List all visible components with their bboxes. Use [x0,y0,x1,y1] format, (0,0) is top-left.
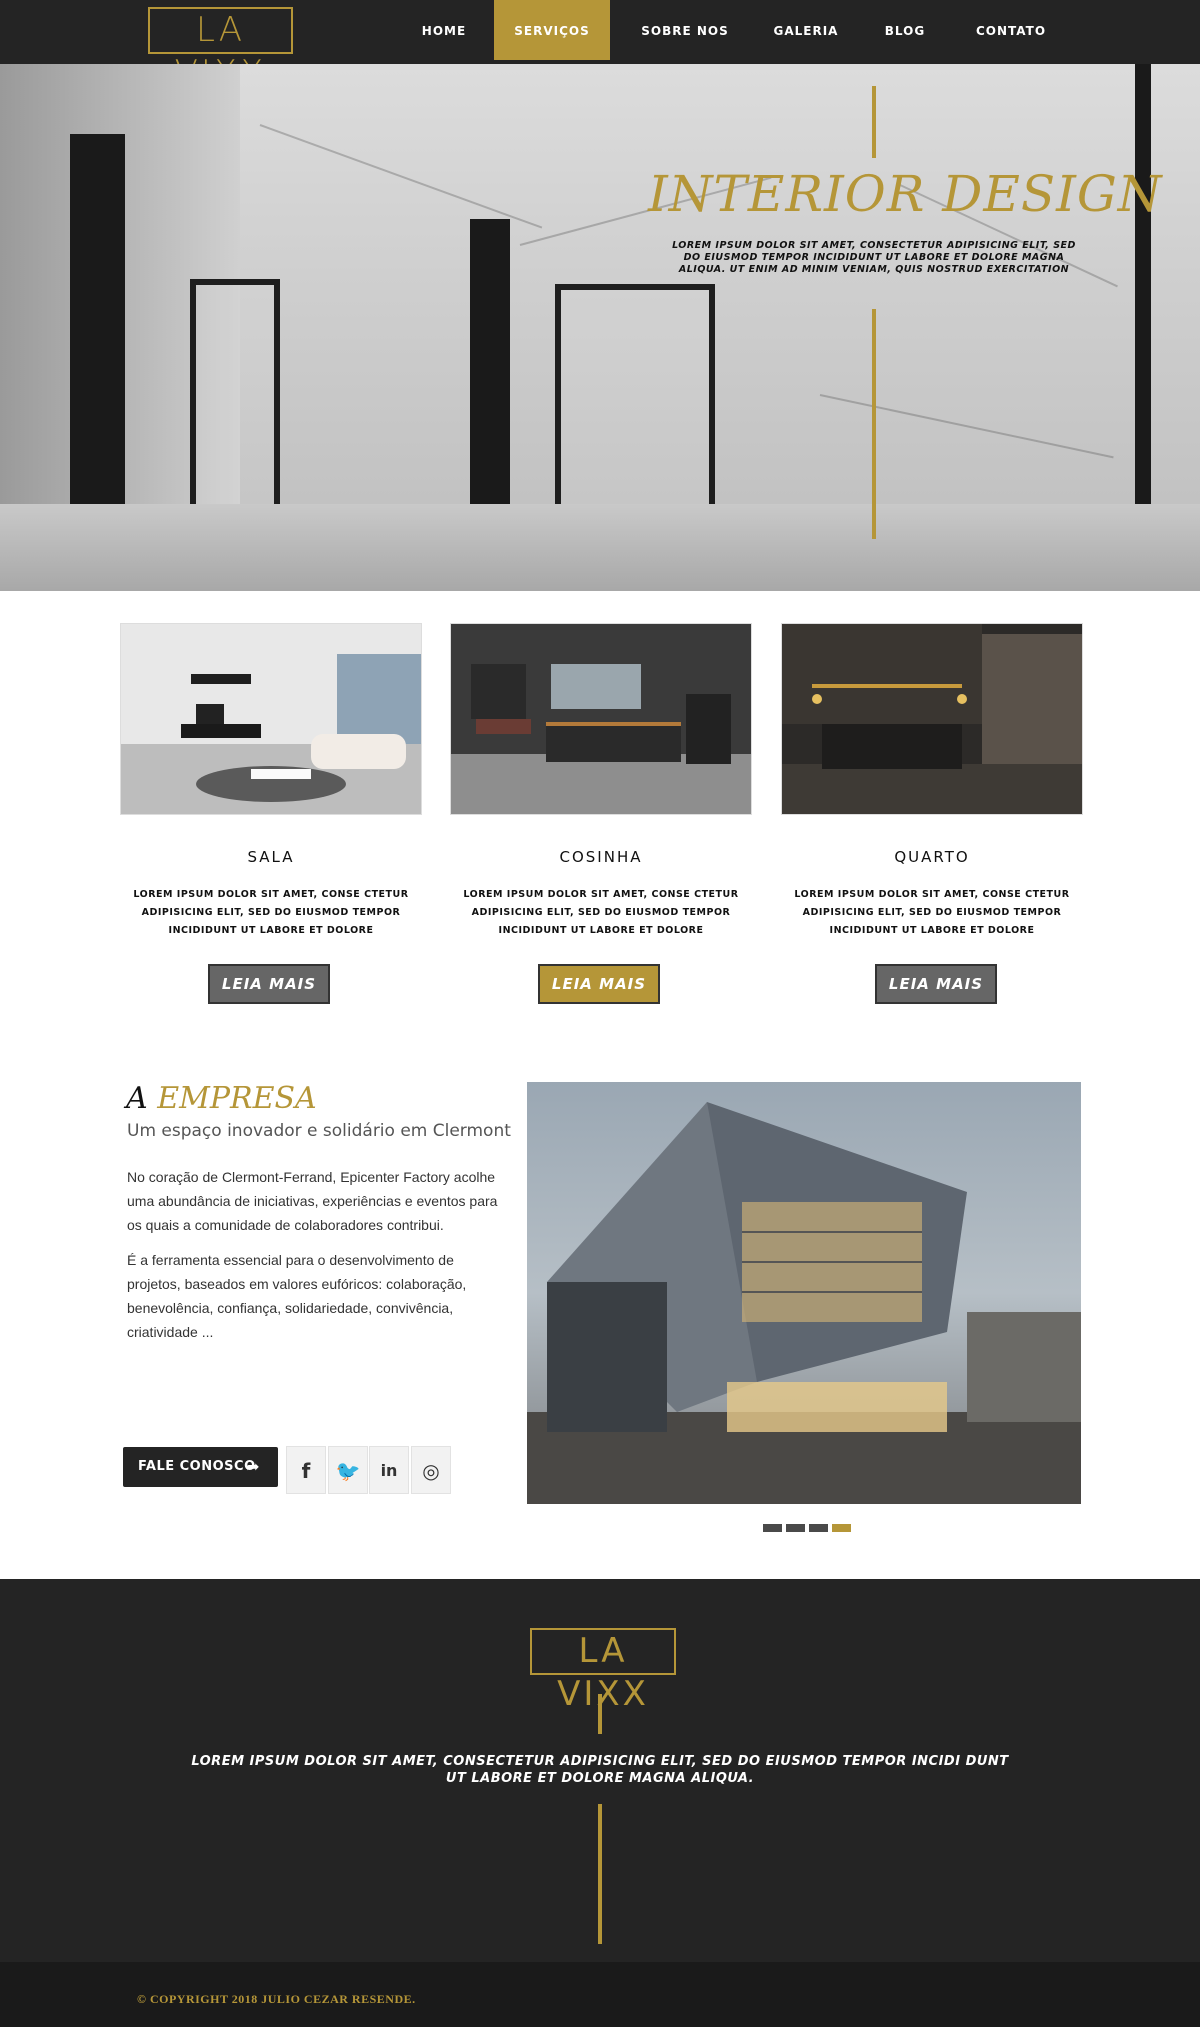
leia-mais-button[interactable]: LEIA MAIS [875,964,997,1004]
service-image-quarto [781,623,1083,815]
twitter-icon[interactable]: 🐦 [328,1446,368,1494]
footer-text: LOREM IPSUM DOLOR SIT AMET, CONSECTETUR … [191,1754,1009,1786]
service-desc: LOREM IPSUM DOLOR SIT AMET, CONSE CTETUR… [133,889,409,936]
service-title: SALA [247,848,295,866]
nav-galeria[interactable]: GALERIA [762,0,850,60]
site-header: LA VIXX HOME SERVIÇOS SOBRE NOS GALERIA … [0,0,1200,93]
linkedin-icon[interactable]: in [369,1446,409,1494]
empresa-title-a: A [126,1081,148,1116]
nav-home[interactable]: HOME [410,0,478,60]
slider-dot-active[interactable] [832,1524,851,1532]
nav-sobre-nos[interactable]: SOBRE NOS [628,0,742,60]
service-image-cosinha [450,623,752,815]
service-image-sala [120,623,422,815]
hero-banner [0,64,1200,591]
service-title: COSINHA [559,848,643,866]
slider-dot[interactable] [786,1524,805,1532]
hero-gold-line [872,86,876,158]
empresa-title-b: EMPRESA [157,1081,317,1116]
empresa-subtitle: Um espaço inovador e solidário em Clermo… [127,1121,511,1141]
fale-conosco-label: FALE CONOSCO [138,1459,256,1474]
service-card: QUARTO LOREM IPSUM DOLOR SIT AMET, CONSE… [781,623,1083,1004]
hero-title: INTERIOR DESIGN [648,165,1163,223]
fale-conosco-button[interactable]: FALE CONOSCO ➦ [123,1447,278,1487]
leia-mais-button[interactable]: LEIA MAIS [538,964,660,1004]
logo[interactable]: LA VIXX [148,7,293,93]
service-card: COSINHA LOREM IPSUM DOLOR SIT AMET, CONS… [450,623,752,1004]
marble-vein [819,394,1114,459]
hero-gold-line [872,309,876,539]
copyright: © COPYRIGHT 2018 JULIO CEZAR RESENDE. [137,1992,416,2006]
hero-pillar [470,219,510,519]
marble-vein [259,124,543,229]
instagram-icon[interactable]: ◎ [411,1446,451,1494]
empresa-building-image [527,1082,1081,1504]
leia-mais-button[interactable]: LEIA MAIS [208,964,330,1004]
service-card: SALA LOREM IPSUM DOLOR SIT AMET, CONSE C… [120,623,422,1004]
footer-logo[interactable]: LA VIXX [530,1628,676,1714]
service-desc: LOREM IPSUM DOLOR SIT AMET, CONSE CTETUR… [463,889,739,936]
nav-blog[interactable]: BLOG [868,0,942,60]
facebook-icon[interactable]: f [286,1446,326,1494]
nav-contato[interactable]: CONTATO [962,0,1060,60]
nav-servicos[interactable]: SERVIÇOS [494,0,610,60]
footer-gold-line [598,1804,602,1944]
share-arrow-icon: ➦ [246,1457,260,1476]
empresa-paragraph: No coração de Clermont-Ferrand, Epicente… [127,1169,498,1233]
empresa-paragraph: É a ferramenta essencial para o desenvol… [127,1252,467,1340]
hero-subtitle: LOREM IPSUM DOLOR SIT AMET, CONSECTETUR … [672,240,1076,275]
service-desc: LOREM IPSUM DOLOR SIT AMET, CONSE CTETUR… [794,889,1070,936]
empresa-title: A EMPRESA [126,1081,317,1116]
slider-dot[interactable] [809,1524,828,1532]
service-title: QUARTO [894,848,970,866]
slider-dot[interactable] [763,1524,782,1532]
hero-floor [0,504,1200,591]
